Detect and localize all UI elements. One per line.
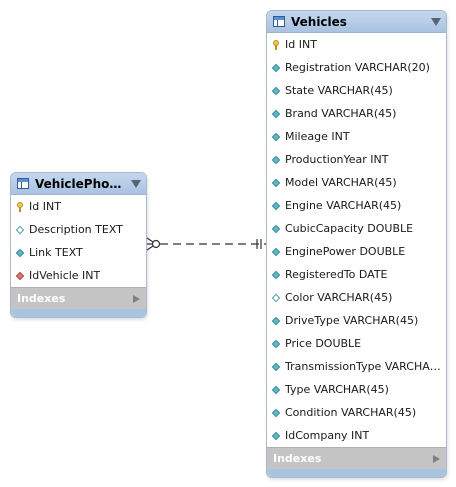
relationship-connector[interactable] (0, 0, 456, 487)
